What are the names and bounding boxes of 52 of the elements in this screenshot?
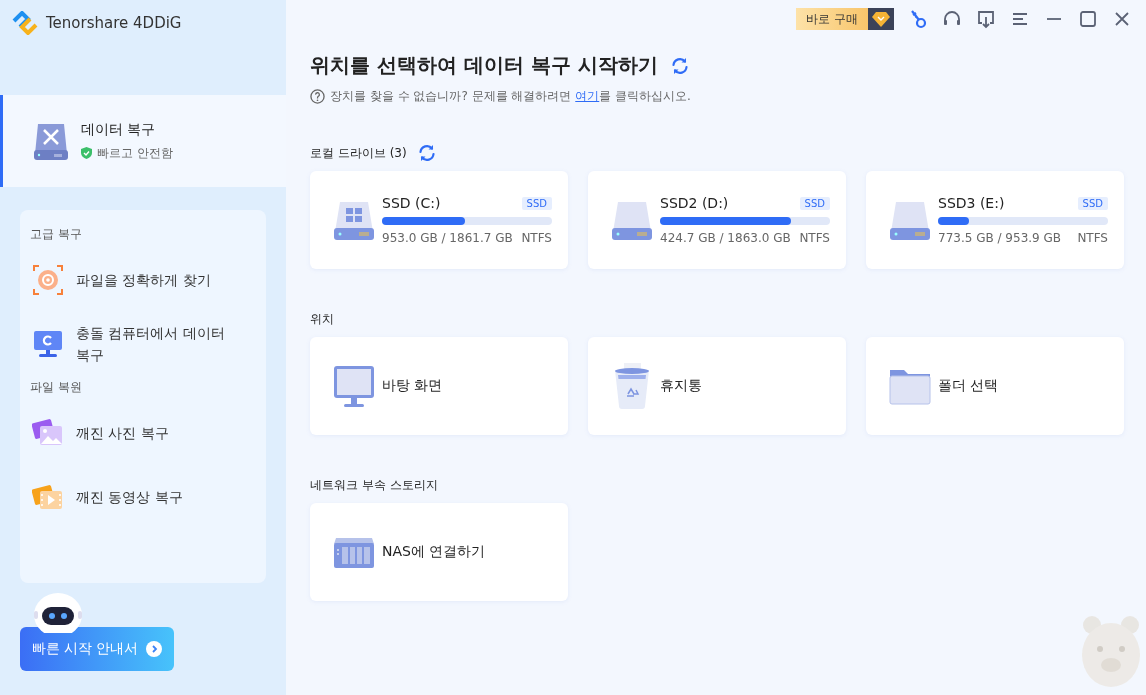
section-heading: 고급 복구 [30,226,83,243]
app-name: Tenorshare 4DDiG [46,14,182,32]
drive-type-tag: SSD [521,196,552,210]
section-title: 네트워크 부속 스토리지 [310,476,438,494]
chevron-right-icon [146,641,163,657]
download-icon[interactable] [976,9,996,29]
location-label: 폴더 선택 [938,377,999,395]
drive-usage: 773.5 GB / 953.9 GB [938,231,1062,245]
location-card[interactable]: 폴더 선택 [866,337,1124,435]
drive-usage: 953.0 GB / 1861.7 GB [382,231,513,245]
drive-card[interactable]: SSD (C:) SSD 953.0 GB / 1861.7 GB NTFS [310,171,568,269]
file-system: NTFS [521,231,552,245]
location-label: 바탕 화면 [382,377,443,395]
file-system: NTFS [1077,231,1108,245]
drive-name: SSD2 (D:) [660,195,729,211]
drive-tools-icon [33,121,69,161]
drive-name: SSD3 (E:) [938,195,1005,211]
section-title: 위치 [310,310,334,328]
nas-label: NAS에 연결하기 [382,543,486,561]
page-heading: 위치를 선택하여 데이터 복구 시작하기 [310,52,658,79]
drive-name: SSD (C:) [382,195,441,211]
monitor-icon [32,328,64,360]
drive-usage: 424.7 GB / 1863.0 GB [660,231,791,245]
tool-item[interactable]: 충돌 컴퓨터에서 데이터 복구 [30,315,256,373]
drive-card[interactable]: SSD3 (E:) SSD 773.5 GB / 953.9 GB NTFS [866,171,1124,269]
drive-type-tag: SSD [799,196,830,210]
nas-card[interactable]: NAS에 연결하기 [310,503,568,601]
tool-item[interactable]: 깨진 사진 복구 [30,404,256,462]
help-icon [310,89,325,104]
file-system: NTFS [799,231,830,245]
section-heading: 파일 복원 [30,379,83,396]
logo-icon [12,11,38,35]
nav-title: 데이터 복구 [81,120,157,139]
maximize-icon[interactable] [1078,9,1098,29]
help-text: 장치를 찾을 수 없습니까? 문제를 해결하려면 여기 를 클릭하십시오. [330,88,691,105]
drive-card[interactable]: SSD2 (D:) SSD 424.7 GB / 1863.0 GB NTFS [588,171,846,269]
diamond-icon [872,11,890,27]
shield-check-icon [81,147,92,159]
location-card[interactable]: 바탕 화면 [310,337,568,435]
location-label: 휴지통 [660,377,702,395]
tool-item[interactable]: 깨진 동영상 복구 [30,468,256,526]
refresh-icon[interactable] [416,143,437,163]
section-title: 로컬 드라이브 (3) [310,144,407,162]
location-card[interactable]: 휴지통 [588,337,846,435]
refresh-icon[interactable] [669,55,690,76]
target-icon [32,264,64,296]
tool-item[interactable]: 파일을 정확하게 찾기 [30,251,256,309]
help-link[interactable]: 여기 [575,89,600,103]
key-icon[interactable] [908,9,928,29]
nav-subtitle: 빠르고 안전함 [97,144,173,162]
recovery-nav-item[interactable]: 데이터 복구 빠르고 안전함 [0,95,286,187]
drive-type-tag: SSD [1077,196,1108,210]
